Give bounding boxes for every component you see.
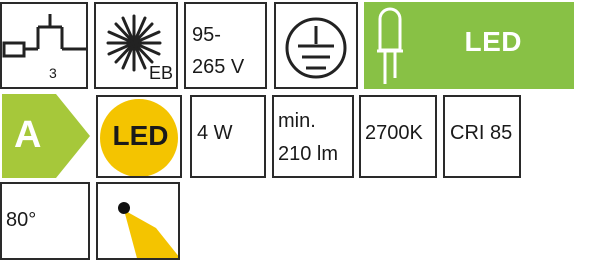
protective-earth-tile xyxy=(274,2,358,89)
energy-class-tile: A xyxy=(2,94,92,178)
color-temperature-tile: 2700K xyxy=(359,95,437,178)
led-bulb-icon xyxy=(377,7,403,84)
protective-earth-icon xyxy=(285,17,347,79)
dimming-icon xyxy=(2,14,86,58)
power-label: 4 W xyxy=(197,122,233,144)
led-source-tile: LED xyxy=(364,2,574,89)
product-spec-icon-grid: 3 EB 95- 265 V LED A LED 4 W min. 210 lm… xyxy=(0,0,605,260)
beam-angle-label: 80° xyxy=(6,209,37,231)
led-circle-tile: LED xyxy=(96,95,182,178)
light-direction-tile xyxy=(96,182,180,260)
voltage-line-1: 95- xyxy=(192,24,221,46)
lumen-line-2: 210 lm xyxy=(278,143,339,165)
dimming-subscript: 3 xyxy=(49,65,57,81)
energy-class-label: A xyxy=(14,114,42,156)
cri-label: CRI 85 xyxy=(450,122,513,144)
ballast-tile: EB xyxy=(94,2,178,89)
lumen-line-1: min. xyxy=(278,110,316,132)
light-direction-beam-icon xyxy=(118,202,178,258)
voltage-line-2: 265 V xyxy=(192,56,245,78)
dimming-tile: 3 xyxy=(0,2,88,89)
beam-angle-tile: 80° xyxy=(0,182,90,260)
color-temperature-label: 2700K xyxy=(365,122,423,144)
ballast-subscript: EB xyxy=(149,63,174,83)
lumen-tile: min. 210 lm xyxy=(272,95,354,178)
power-tile: 4 W xyxy=(190,95,266,178)
led-circle-label: LED xyxy=(112,120,169,151)
cri-tile: CRI 85 xyxy=(443,95,521,178)
voltage-tile: 95- 265 V xyxy=(184,2,267,89)
led-source-label: LED xyxy=(464,26,522,57)
